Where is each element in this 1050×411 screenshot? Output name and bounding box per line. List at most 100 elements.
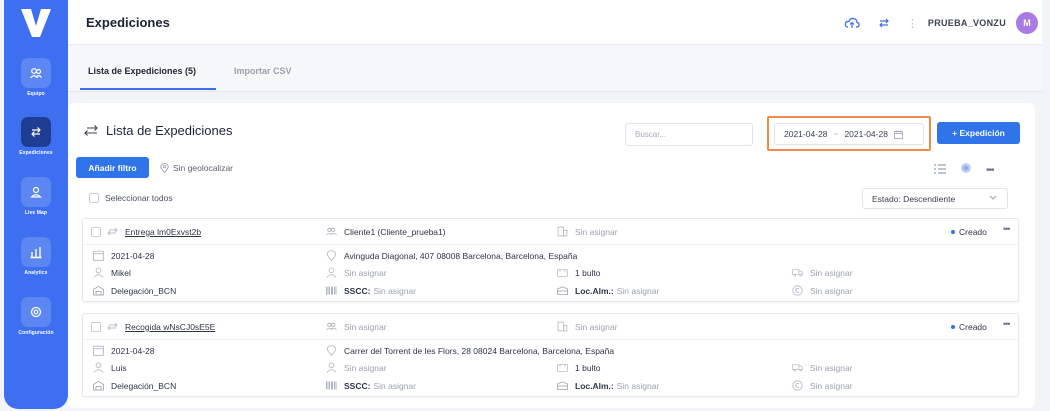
driver-value: Sin asignar — [344, 362, 387, 373]
client-name: Cliente1 (Cliente_prueba1) — [344, 226, 446, 237]
cloud-sync-icon[interactable] — [843, 14, 861, 32]
vehicle-value: Sin asignar — [810, 362, 853, 373]
sscc-value: Sin asignar — [373, 285, 416, 296]
date-separator: ~ — [833, 129, 839, 139]
sort-value: Estado: Descendiente — [872, 193, 956, 204]
building-icon — [557, 226, 568, 237]
truck-icon — [792, 269, 803, 277]
row-more-options-icon[interactable]: ••• — [1003, 319, 1011, 329]
sscc-value: Sin asignar — [373, 380, 416, 391]
storage-icon — [557, 381, 568, 390]
row-divider — [83, 339, 1018, 340]
sidebar-item-configuracion[interactable]: Configuración — [4, 297, 68, 336]
sidebar-item-live-map[interactable]: Live Map — [4, 177, 68, 216]
select-all-label: Seleccionar todos — [105, 193, 173, 203]
row-more-options-icon[interactable]: ••• — [1003, 224, 1011, 234]
branch-value: Delegación_BCN — [111, 285, 177, 296]
client-cell: Sin asignar — [326, 321, 387, 332]
sidebar-item-label: Analytics — [24, 270, 48, 276]
driver-cell: Sin asignar — [326, 267, 387, 278]
shipment-ref-link[interactable]: Entrega lm0Exvst2b — [125, 227, 201, 237]
branch-cell: Delegación_BCN — [93, 285, 176, 296]
price-cell: Sin asignar — [792, 380, 853, 391]
top-header: Expediciones ⋮ PRUEBA_VONZU M — [68, 0, 1042, 45]
tab-importar-csv[interactable]: Importar CSV — [234, 66, 292, 76]
status-dot — [951, 230, 955, 234]
barcode-icon — [326, 381, 337, 390]
sidebar-item-label: Expediciones — [19, 150, 53, 156]
calendar-icon — [894, 130, 903, 139]
assign-value: Sin asignar — [575, 321, 618, 332]
sscc-cell: SSCC: Sin asignar — [326, 380, 416, 391]
location-label: Loc.Alm.: — [575, 380, 614, 391]
avatar[interactable]: M — [1016, 12, 1038, 34]
sscc-cell: SSCC: Sin asignar — [326, 285, 416, 296]
date-from: 2021-04-28 — [784, 129, 828, 139]
users-icon — [326, 227, 337, 236]
select-all-checkbox[interactable] — [89, 193, 99, 203]
view-toggles: ••• — [934, 161, 1008, 179]
sidebar-item-equipo[interactable]: Equipo — [4, 58, 68, 97]
location-cell: Loc.Alm.: Sin asignar — [557, 285, 659, 296]
date-cell: 2021-04-28 — [93, 250, 154, 261]
tab-lista-expediciones[interactable]: Lista de Expediciones (5) — [88, 66, 196, 76]
location-pin-icon — [160, 163, 169, 173]
address-value: Carrer del Torrent de les Flors, 28 0802… — [344, 345, 615, 356]
row-checkbox[interactable] — [91, 226, 101, 237]
person-cell: Mikel — [93, 267, 131, 278]
sidebar-item-analytics[interactable]: Analytics — [4, 237, 68, 276]
search-input[interactable] — [625, 123, 753, 146]
transfer-icon[interactable] — [875, 14, 893, 32]
coin-icon — [792, 285, 803, 296]
chevron-down-icon — [989, 195, 997, 200]
location-cell: Loc.Alm.: Sin asignar — [557, 380, 659, 391]
geo-filter-toggle[interactable]: Sin geolocalizar — [160, 163, 233, 173]
status-badge: Creado — [951, 227, 987, 237]
new-expedition-button[interactable]: + Expedición — [937, 122, 1020, 144]
sort-select[interactable]: Estado: Descendiente — [862, 188, 1008, 209]
row-checkbox[interactable] — [91, 321, 101, 332]
user-name[interactable]: PRUEBA_VONZU — [928, 18, 1006, 28]
more-options-icon[interactable]: ••• — [986, 165, 994, 176]
date-value: 2021-04-28 — [111, 345, 155, 356]
storage-icon — [557, 286, 568, 295]
transfer-icon — [107, 322, 118, 331]
date-cell: 2021-04-28 — [93, 345, 154, 356]
sidebar-item-label: Live Map — [24, 210, 48, 216]
vonzu-logo[interactable] — [18, 6, 54, 40]
gear-icon — [21, 297, 51, 327]
warehouse-icon — [93, 380, 104, 391]
row-ref: Entrega lm0Exvst2b — [91, 226, 201, 237]
sscc-label: SSCC: — [344, 380, 371, 391]
vehicle-value: Sin asignar — [810, 267, 853, 278]
truck-icon — [792, 364, 803, 372]
sidebar-item-expediciones[interactable]: Expediciones — [4, 117, 68, 156]
list-title: Lista de Expediciones — [106, 123, 233, 138]
address-value: Avinguda Diagonal, 407 08008 Barcelona, … — [344, 250, 578, 261]
row-divider — [83, 244, 1018, 245]
globe-icon[interactable] — [960, 161, 972, 179]
list-view-icon[interactable] — [934, 161, 946, 179]
status-badge: Creado — [951, 322, 987, 332]
calendar-icon — [93, 250, 104, 261]
packages-value: 1 bulto — [575, 362, 601, 373]
person-value: Mikel — [111, 267, 131, 278]
chart-icon — [21, 237, 51, 267]
vehicle-cell: Sin asignar — [792, 267, 853, 278]
location-pin-icon — [326, 345, 337, 356]
add-filter-button[interactable]: Añadir filtro — [76, 157, 149, 178]
select-all[interactable]: Seleccionar todos — [89, 193, 173, 203]
table-row[interactable]: Entrega lm0Exvst2b Cliente1 (Cliente_pru… — [82, 218, 1019, 302]
coin-icon — [792, 380, 803, 391]
date-range-picker[interactable]: 2021-04-28 ~ 2021-04-28 — [774, 123, 924, 145]
price-value: Sin asignar — [810, 380, 853, 391]
users-icon — [326, 322, 337, 331]
person-value: Luis — [111, 362, 127, 373]
shipment-ref-link[interactable]: Recogida wNsCJ0sE5E — [125, 322, 215, 332]
table-row[interactable]: Recogida wNsCJ0sE5E Sin asignar Sin asig… — [82, 313, 1019, 397]
person-cell: Luis — [93, 362, 127, 373]
geo-filter-label: Sin geolocalizar — [173, 163, 234, 173]
tab-bar: Lista de Expediciones (5) Importar CSV — [68, 46, 1042, 92]
sscc-label: SSCC: — [344, 285, 371, 296]
location-pin-icon — [326, 250, 337, 261]
